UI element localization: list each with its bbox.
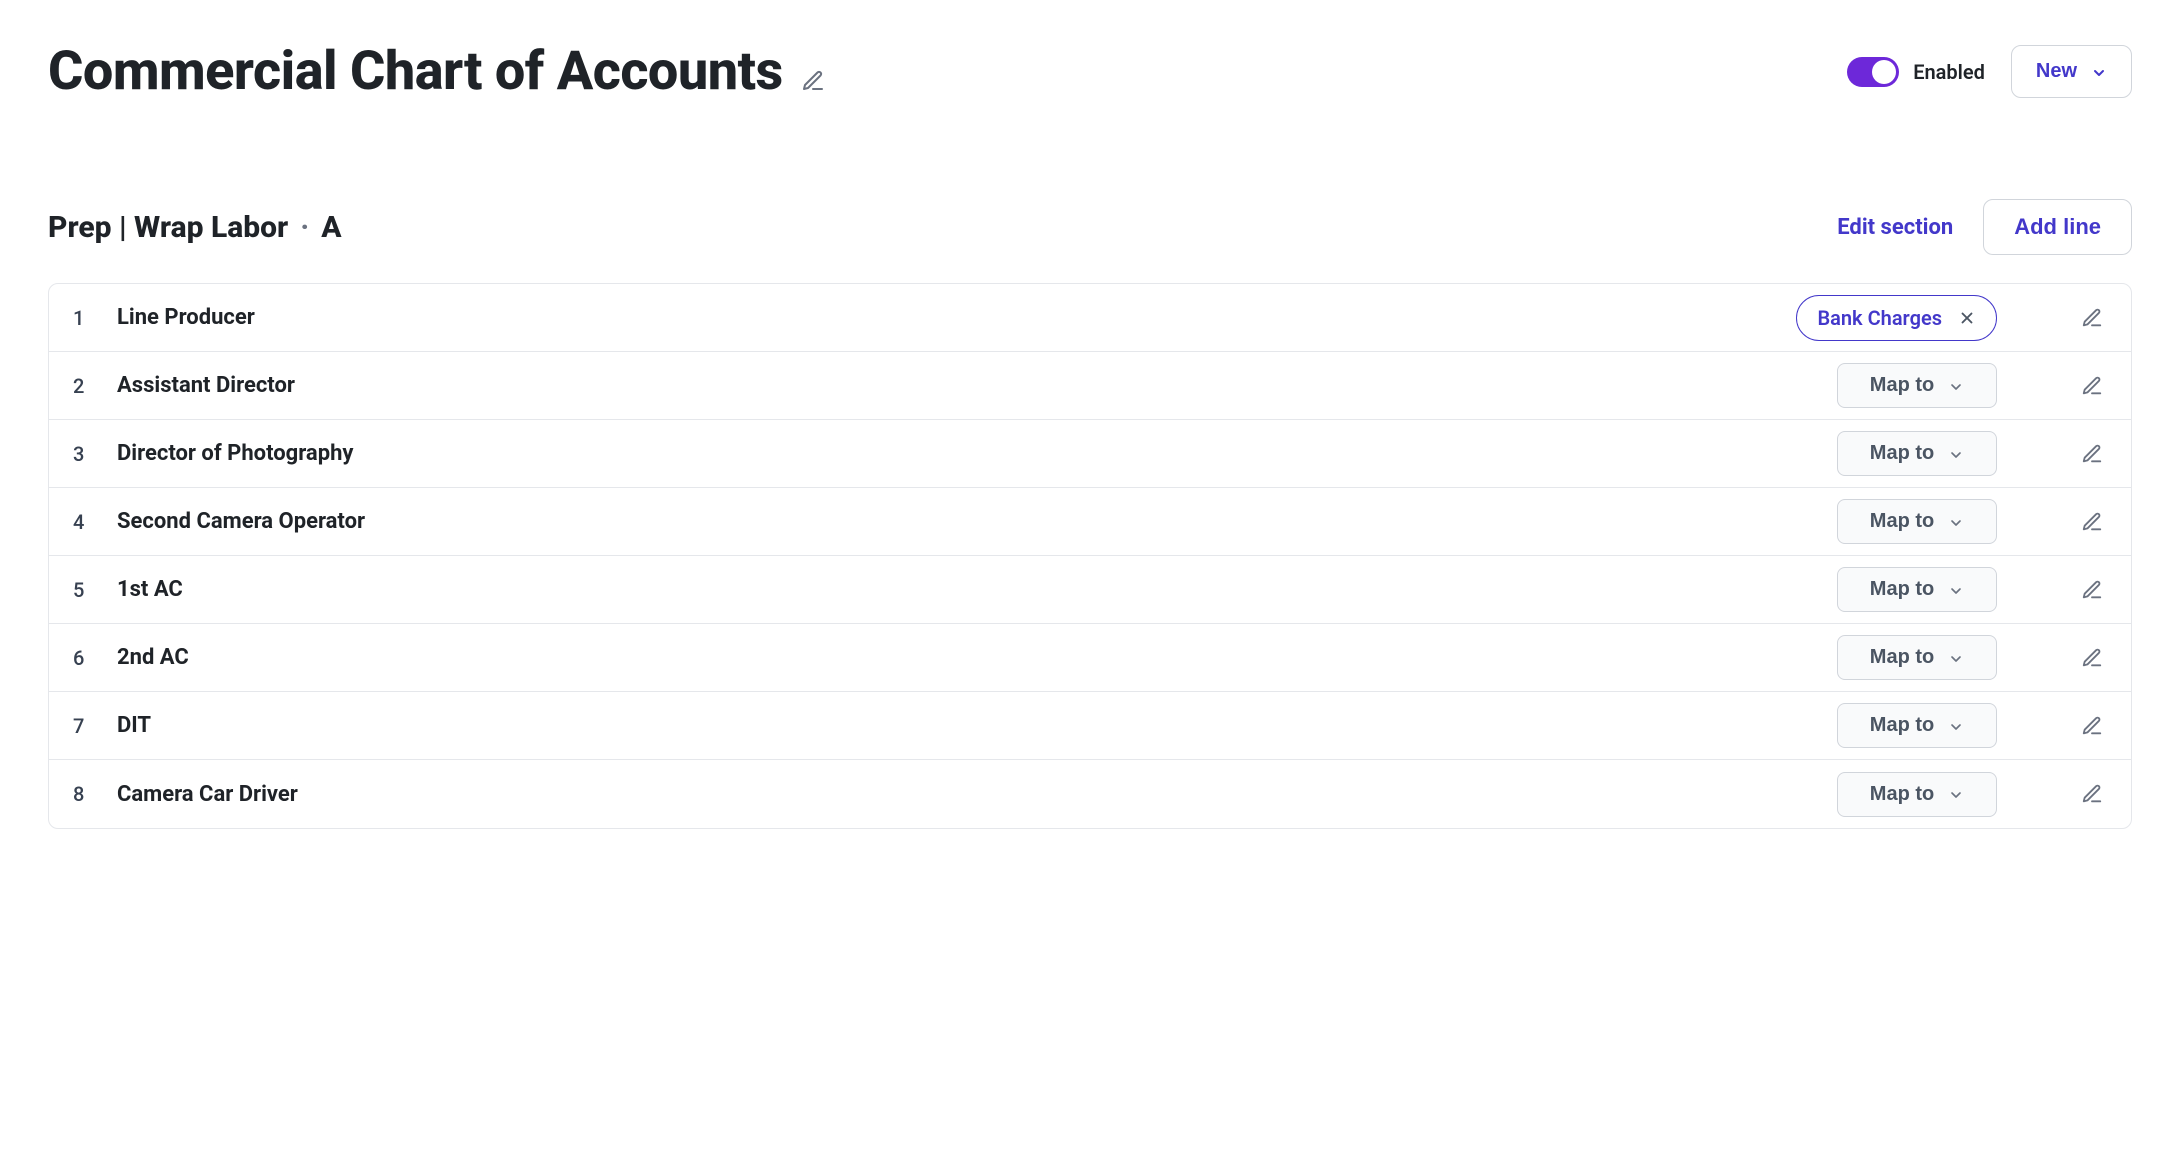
new-button-label: New: [2036, 60, 2077, 83]
section-code: A: [321, 210, 341, 245]
row-map-cell: Map to: [1777, 703, 1997, 748]
map-to-button[interactable]: Map to: [1837, 635, 1997, 680]
pencil-icon[interactable]: [2081, 579, 2103, 601]
row-edit-cell: [1997, 307, 2107, 329]
new-button[interactable]: New: [2011, 45, 2132, 98]
table-row: 62nd AC Map to: [49, 624, 2131, 692]
row-edit-cell: [1997, 715, 2107, 737]
row-number: 6: [73, 646, 117, 670]
table-row: 3Director of Photography Map to: [49, 420, 2131, 488]
pencil-icon[interactable]: [801, 69, 825, 93]
pencil-icon[interactable]: [2081, 783, 2103, 805]
chevron-down-icon: [1948, 650, 1964, 666]
row-map-cell: Map to: [1777, 635, 1997, 680]
row-name: Assistant Director: [117, 373, 1777, 398]
mapped-chip[interactable]: Bank Charges: [1796, 295, 1997, 341]
header-controls: Enabled New: [1847, 45, 2132, 98]
section-name: Prep | Wrap Labor: [48, 210, 288, 245]
chevron-down-icon: [1948, 514, 1964, 530]
row-edit-cell: [1997, 783, 2107, 805]
row-number: 2: [73, 374, 117, 398]
map-to-label: Map to: [1870, 646, 1934, 669]
table-row: 8Camera Car Driver Map to: [49, 760, 2131, 828]
row-map-cell: Map to: [1777, 772, 1997, 817]
chevron-down-icon: [2091, 64, 2107, 80]
section-header: Prep | Wrap Labor · A Edit section Add l…: [48, 199, 2132, 255]
row-map-cell: Map to: [1777, 363, 1997, 408]
enabled-toggle-group: Enabled: [1847, 57, 1985, 87]
row-edit-cell: [1997, 511, 2107, 533]
map-to-label: Map to: [1870, 578, 1934, 601]
map-to-label: Map to: [1870, 374, 1934, 397]
title-group: Commercial Chart of Accounts: [48, 40, 825, 103]
pencil-icon[interactable]: [2081, 443, 2103, 465]
row-edit-cell: [1997, 647, 2107, 669]
close-icon[interactable]: [1958, 309, 1976, 327]
row-number: 1: [73, 306, 117, 330]
map-to-label: Map to: [1870, 442, 1934, 465]
row-number: 8: [73, 782, 117, 806]
row-map-cell: Map to: [1777, 431, 1997, 476]
row-number: 5: [73, 578, 117, 602]
edit-section-link[interactable]: Edit section: [1837, 215, 1953, 240]
row-edit-cell: [1997, 443, 2107, 465]
line-items-table: 1Line Producer Bank Charges 2Assistant Dir…: [48, 283, 2132, 829]
map-to-label: Map to: [1870, 510, 1934, 533]
enabled-toggle[interactable]: [1847, 57, 1899, 87]
map-to-button[interactable]: Map to: [1837, 363, 1997, 408]
row-number: 7: [73, 714, 117, 738]
table-row: 51st AC Map to: [49, 556, 2131, 624]
row-name: Line Producer: [117, 305, 1777, 330]
page-header: Commercial Chart of Accounts Enabled New: [48, 40, 2132, 103]
row-edit-cell: [1997, 579, 2107, 601]
pencil-icon[interactable]: [2081, 307, 2103, 329]
map-to-label: Map to: [1870, 783, 1934, 806]
row-number: 4: [73, 510, 117, 534]
map-to-button[interactable]: Map to: [1837, 499, 1997, 544]
row-map-cell: Bank Charges: [1777, 295, 1997, 341]
row-name: DIT: [117, 713, 1777, 738]
map-to-button[interactable]: Map to: [1837, 567, 1997, 612]
row-map-cell: Map to: [1777, 567, 1997, 612]
chevron-down-icon: [1948, 446, 1964, 462]
section-title: Prep | Wrap Labor · A: [48, 210, 342, 245]
map-to-label: Map to: [1870, 714, 1934, 737]
section-separator: ·: [300, 210, 309, 245]
table-row: 1Line Producer Bank Charges: [49, 284, 2131, 352]
mapped-chip-label: Bank Charges: [1817, 306, 1942, 330]
pencil-icon[interactable]: [2081, 511, 2103, 533]
map-to-button[interactable]: Map to: [1837, 772, 1997, 817]
row-number: 3: [73, 442, 117, 466]
chevron-down-icon: [1948, 582, 1964, 598]
row-name: 1st AC: [117, 577, 1777, 602]
chevron-down-icon: [1948, 786, 1964, 802]
map-to-button[interactable]: Map to: [1837, 431, 1997, 476]
row-name: Camera Car Driver: [117, 782, 1777, 807]
pencil-icon[interactable]: [2081, 647, 2103, 669]
chevron-down-icon: [1948, 378, 1964, 394]
row-name: Director of Photography: [117, 441, 1777, 466]
page-title: Commercial Chart of Accounts: [48, 40, 783, 103]
row-edit-cell: [1997, 375, 2107, 397]
table-row: 7DIT Map to: [49, 692, 2131, 760]
section-actions: Edit section Add line: [1837, 199, 2132, 255]
table-row: 2Assistant Director Map to: [49, 352, 2131, 420]
map-to-button[interactable]: Map to: [1837, 703, 1997, 748]
row-name: 2nd AC: [117, 645, 1777, 670]
row-map-cell: Map to: [1777, 499, 1997, 544]
row-name: Second Camera Operator: [117, 509, 1777, 534]
table-row: 4Second Camera Operator Map to: [49, 488, 2131, 556]
pencil-icon[interactable]: [2081, 715, 2103, 737]
add-line-button[interactable]: Add line: [1983, 199, 2132, 255]
pencil-icon[interactable]: [2081, 375, 2103, 397]
chevron-down-icon: [1948, 718, 1964, 734]
enabled-toggle-label: Enabled: [1913, 60, 1985, 84]
